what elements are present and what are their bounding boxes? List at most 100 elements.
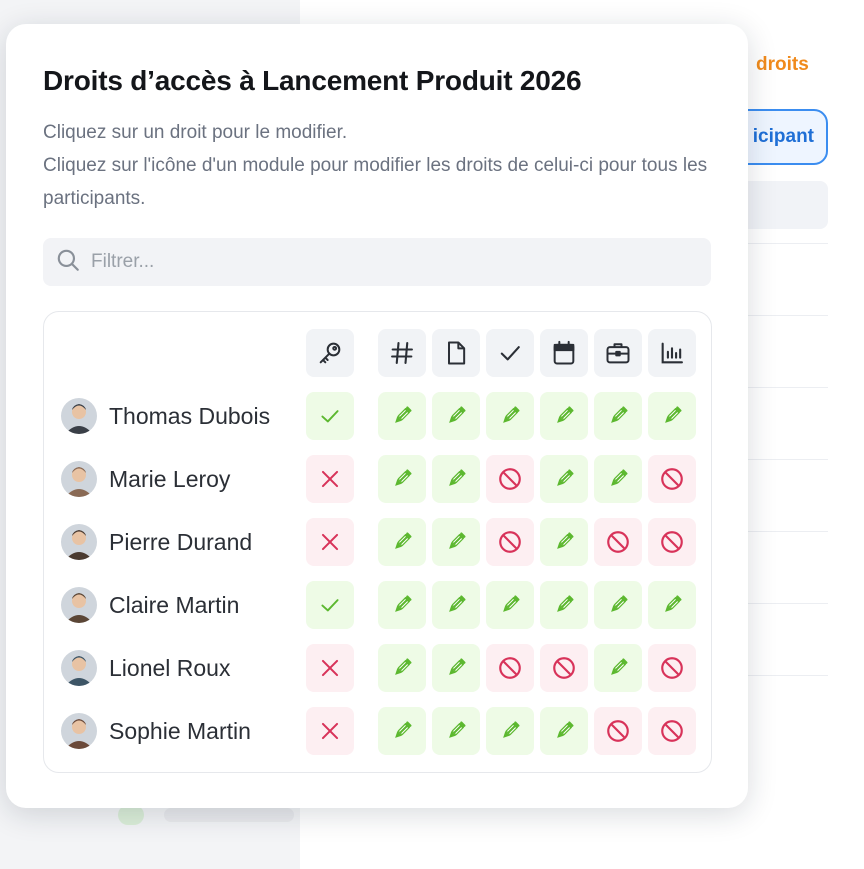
pencil-icon — [551, 466, 577, 492]
right-toggle-stats[interactable] — [648, 455, 696, 503]
bar-chart-icon — [658, 339, 686, 367]
right-toggle-stats[interactable] — [648, 581, 696, 629]
avatar — [61, 713, 97, 749]
right-toggle-projects[interactable] — [594, 455, 642, 503]
forbidden-icon — [551, 655, 577, 681]
forbidden-icon — [659, 466, 685, 492]
forbidden-icon — [497, 655, 523, 681]
hashtag-icon — [388, 339, 416, 367]
forbidden-icon — [605, 529, 631, 555]
forbidden-icon — [605, 718, 631, 744]
participant-name: Marie Leroy — [109, 465, 231, 492]
right-toggle-calendar[interactable] — [540, 581, 588, 629]
participant-row: Pierre Durand — [61, 518, 252, 566]
right-toggle-channels[interactable] — [378, 644, 426, 692]
right-toggle-documents[interactable] — [432, 518, 480, 566]
right-toggle-projects[interactable] — [594, 581, 642, 629]
right-toggle-documents[interactable] — [432, 455, 480, 503]
filter-input[interactable] — [91, 251, 651, 273]
right-toggle-stats[interactable] — [648, 644, 696, 692]
avatar — [61, 524, 97, 560]
access-toggle[interactable] — [306, 392, 354, 440]
close-icon — [317, 529, 343, 555]
right-toggle-documents[interactable] — [432, 581, 480, 629]
right-toggle-documents[interactable] — [432, 644, 480, 692]
right-toggle-tasks[interactable] — [486, 518, 534, 566]
right-toggle-channels[interactable] — [378, 581, 426, 629]
pencil-icon — [443, 592, 469, 618]
right-toggle-calendar[interactable] — [540, 518, 588, 566]
forbidden-icon — [497, 466, 523, 492]
right-toggle-channels[interactable] — [378, 518, 426, 566]
forbidden-icon — [497, 529, 523, 555]
right-toggle-calendar[interactable] — [540, 707, 588, 755]
close-icon — [317, 718, 343, 744]
right-toggle-tasks[interactable] — [486, 644, 534, 692]
right-toggle-calendar[interactable] — [540, 392, 588, 440]
close-icon — [317, 655, 343, 681]
participant-name: Lionel Roux — [109, 654, 231, 681]
access-toggle[interactable] — [306, 518, 354, 566]
module-header-projects[interactable] — [594, 329, 642, 377]
forbidden-icon — [659, 718, 685, 744]
pencil-icon — [605, 592, 631, 618]
right-toggle-projects[interactable] — [594, 644, 642, 692]
background-text-placeholder — [164, 808, 294, 822]
access-toggle[interactable] — [306, 581, 354, 629]
access-toggle[interactable] — [306, 455, 354, 503]
background-rights-link[interactable]: droits — [756, 54, 809, 76]
forbidden-icon — [659, 655, 685, 681]
pencil-icon — [659, 592, 685, 618]
access-toggle[interactable] — [306, 644, 354, 692]
background-status-dot — [118, 805, 144, 825]
participant-row: Lionel Roux — [61, 644, 230, 692]
right-toggle-documents[interactable] — [432, 707, 480, 755]
dialog-title: Droits d’accès à Lancement Produit 2026 — [43, 65, 582, 96]
right-toggle-channels[interactable] — [378, 392, 426, 440]
pencil-icon — [551, 529, 577, 555]
right-toggle-tasks[interactable] — [486, 455, 534, 503]
right-toggle-projects[interactable] — [594, 707, 642, 755]
right-toggle-documents[interactable] — [432, 392, 480, 440]
description-line-1: Cliquez sur un droit pour le modifier. — [43, 122, 348, 143]
right-toggle-projects[interactable] — [594, 518, 642, 566]
access-toggle[interactable] — [306, 707, 354, 755]
right-toggle-tasks[interactable] — [486, 392, 534, 440]
pencil-icon — [443, 466, 469, 492]
right-toggle-stats[interactable] — [648, 518, 696, 566]
pencil-icon — [443, 655, 469, 681]
pencil-icon — [443, 529, 469, 555]
right-toggle-stats[interactable] — [648, 707, 696, 755]
participant-name: Thomas Dubois — [109, 402, 271, 429]
right-toggle-tasks[interactable] — [486, 581, 534, 629]
filter-field[interactable] — [43, 238, 711, 286]
briefcase-icon — [604, 339, 632, 367]
module-header-tasks[interactable] — [486, 329, 534, 377]
access-rights-dialog: Droits d’accès à Lancement Produit 2026 … — [6, 24, 748, 808]
pencil-icon — [497, 403, 523, 429]
right-toggle-channels[interactable] — [378, 707, 426, 755]
dialog-description: Cliquez sur un droit pour le modifier. C… — [43, 116, 711, 215]
pencil-icon — [389, 529, 415, 555]
participant-name: Sophie Martin — [109, 717, 251, 744]
avatar — [61, 398, 97, 434]
module-header-documents[interactable] — [432, 329, 480, 377]
module-header-stats[interactable] — [648, 329, 696, 377]
right-toggle-channels[interactable] — [378, 455, 426, 503]
pencil-icon — [551, 718, 577, 744]
key-icon — [316, 339, 344, 367]
module-header-channels[interactable] — [378, 329, 426, 377]
pencil-icon — [389, 592, 415, 618]
right-toggle-projects[interactable] — [594, 392, 642, 440]
checkmark-icon — [317, 592, 343, 618]
right-toggle-calendar[interactable] — [540, 644, 588, 692]
right-toggle-stats[interactable] — [648, 392, 696, 440]
pencil-icon — [659, 403, 685, 429]
module-header-access[interactable] — [306, 329, 354, 377]
checkmark-icon — [317, 403, 343, 429]
module-header-calendar[interactable] — [540, 329, 588, 377]
right-toggle-calendar[interactable] — [540, 455, 588, 503]
pencil-icon — [443, 403, 469, 429]
right-toggle-tasks[interactable] — [486, 707, 534, 755]
pencil-icon — [389, 403, 415, 429]
